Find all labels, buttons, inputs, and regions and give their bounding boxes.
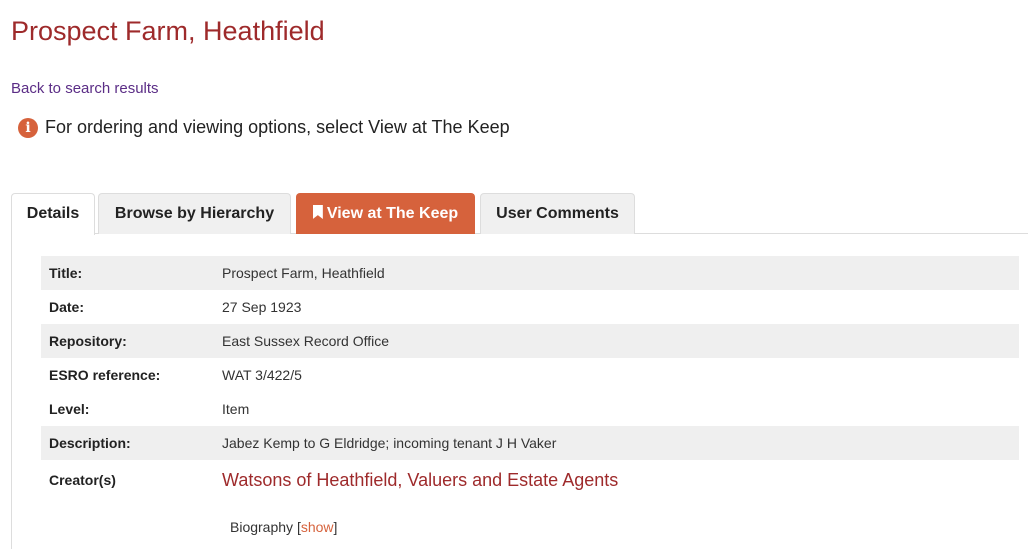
row-value: WAT 3/422/5 [222, 367, 302, 383]
row-label: Repository: [49, 333, 127, 349]
biography-label: Biography [230, 519, 294, 535]
bio-close-bracket: ] [333, 519, 338, 535]
row-value: Jabez Kemp to G Eldridge; incoming tenan… [222, 435, 557, 451]
table-row: Date: 27 Sep 1923 [41, 290, 1019, 324]
page-title: Prospect Farm, Heathfield [11, 16, 325, 46]
back-to-search-link[interactable]: Back to search results [11, 80, 159, 98]
tab-user-comments[interactable]: User Comments [480, 193, 635, 234]
row-label: Date: [49, 299, 85, 315]
show-biography-link[interactable]: show [301, 519, 334, 535]
tab-details-label: Details [26, 205, 80, 222]
tab-hierarchy-label: Browse by Hierarchy [114, 205, 275, 222]
tab-comments-label: User Comments [496, 205, 619, 222]
tab-keep-label: View at The Keep [326, 205, 459, 222]
row-label: Title: [49, 265, 83, 281]
bookmark-icon [312, 205, 323, 219]
creator-link[interactable]: Watsons of Heathfield, Valuers and Estat… [222, 470, 618, 491]
creator-row: Creator(s) Watsons of Heathfield, Valuer… [41, 460, 1019, 491]
details-table: Title: Prospect Farm, Heathfield Date: 2… [41, 256, 1019, 491]
tab-browse-by-hierarchy[interactable]: Browse by Hierarchy [98, 193, 291, 234]
panel-border [11, 234, 12, 549]
tab-view-at-the-keep[interactable]: View at The Keep [296, 193, 475, 234]
creator-label: Creator(s) [49, 472, 116, 488]
tab-details[interactable]: Details [11, 193, 95, 235]
biography-line: Biography [show] [230, 519, 337, 535]
row-label: Description: [49, 435, 131, 451]
table-row: Level: Item [41, 392, 1019, 426]
info-icon: i [18, 117, 38, 138]
row-label: ESRO reference: [49, 367, 161, 383]
row-label: Level: [49, 401, 90, 417]
row-value: 27 Sep 1923 [222, 299, 302, 315]
row-value: East Sussex Record Office [222, 333, 390, 349]
table-row: ESRO reference: WAT 3/422/5 [41, 358, 1019, 392]
record-page: Prospect Farm, Heathfield Back to search… [0, 0, 1028, 549]
notice-text: For ordering and viewing options, select… [45, 117, 510, 137]
row-value: Prospect Farm, Heathfield [222, 265, 385, 281]
table-row: Description: Jabez Kemp to G Eldridge; i… [41, 426, 1019, 460]
ordering-notice: i For ordering and viewing options, sele… [18, 117, 510, 138]
row-value: Item [222, 401, 250, 417]
table-row: Title: Prospect Farm, Heathfield [41, 256, 1019, 290]
table-row: Repository: East Sussex Record Office [41, 324, 1019, 358]
